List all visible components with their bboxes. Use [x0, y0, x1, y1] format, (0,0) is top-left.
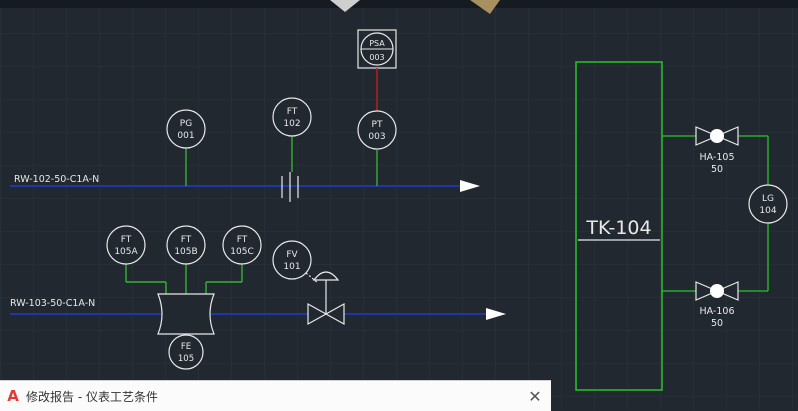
ft102-tag: FT — [287, 107, 298, 117]
ribbon-edge — [0, 0, 798, 8]
pg-tag: PG — [180, 119, 192, 129]
document-title: 修改报告 - 仪表工艺条件 — [26, 389, 158, 404]
fe-tag: FE — [181, 342, 191, 352]
instrument-pt-003[interactable]: PT 003 — [357, 110, 397, 150]
ft102-num: 102 — [283, 119, 300, 129]
ft105c-tag: FT — [237, 235, 248, 245]
ft105c-num: 105C — [230, 247, 253, 257]
instrument-ft-105a[interactable]: FT 105A — [106, 225, 146, 265]
ft105a-tag: FT — [121, 235, 132, 245]
ft105b-num: 105B — [174, 247, 197, 257]
ha106-tag: HA-106 — [700, 306, 735, 317]
instrument-fe-105[interactable]: FE 105 — [168, 334, 204, 370]
ha105-tag: HA-105 — [700, 152, 735, 163]
pg-num: 001 — [177, 131, 194, 141]
ha105-size: 50 — [711, 164, 723, 175]
pt-num: 003 — [368, 132, 385, 142]
instrument-pg-001[interactable]: PG 001 — [166, 109, 206, 149]
pipe-line-2-label: RW-103-50-C1A-N — [10, 298, 95, 309]
instrument-ft-105c[interactable]: FT 105C — [222, 225, 262, 265]
ft105a-num: 105A — [114, 247, 138, 257]
lg-tag: LG — [762, 194, 774, 204]
lg-num: 104 — [759, 206, 776, 216]
instrument-fv-101[interactable]: FV 101 — [272, 240, 312, 280]
pid-drawing-canvas[interactable]: RW-102-50-C1A-N RW-103-50-C1A-N PSA 003 … — [0, 0, 798, 410]
tank-label: TK-104 — [585, 217, 651, 239]
pipe-line-1-label: RW-102-50-C1A-N — [14, 174, 99, 185]
fv-tag: FV — [286, 250, 298, 260]
document-status-bar: A 修改报告 - 仪表工艺条件 ✕ — [0, 380, 551, 411]
instrument-ft-105b[interactable]: FT 105B — [166, 225, 206, 265]
flow-element-body[interactable] — [157, 293, 215, 335]
drawing-grid — [0, 0, 798, 410]
pt-tag: PT — [372, 120, 383, 130]
instrument-lg-104[interactable]: LG 104 — [748, 184, 788, 224]
psa-tag: PSA — [369, 39, 385, 48]
ft105b-tag: FT — [181, 235, 192, 245]
psa-num: 003 — [369, 53, 384, 62]
instrument-ft-102[interactable]: FT 102 — [272, 97, 312, 137]
autocad-logo-icon: A — [7, 387, 19, 405]
fv-num: 101 — [283, 262, 300, 272]
close-icon[interactable]: ✕ — [519, 387, 551, 406]
ha106-size: 50 — [711, 318, 723, 329]
fe-num: 105 — [178, 354, 194, 364]
